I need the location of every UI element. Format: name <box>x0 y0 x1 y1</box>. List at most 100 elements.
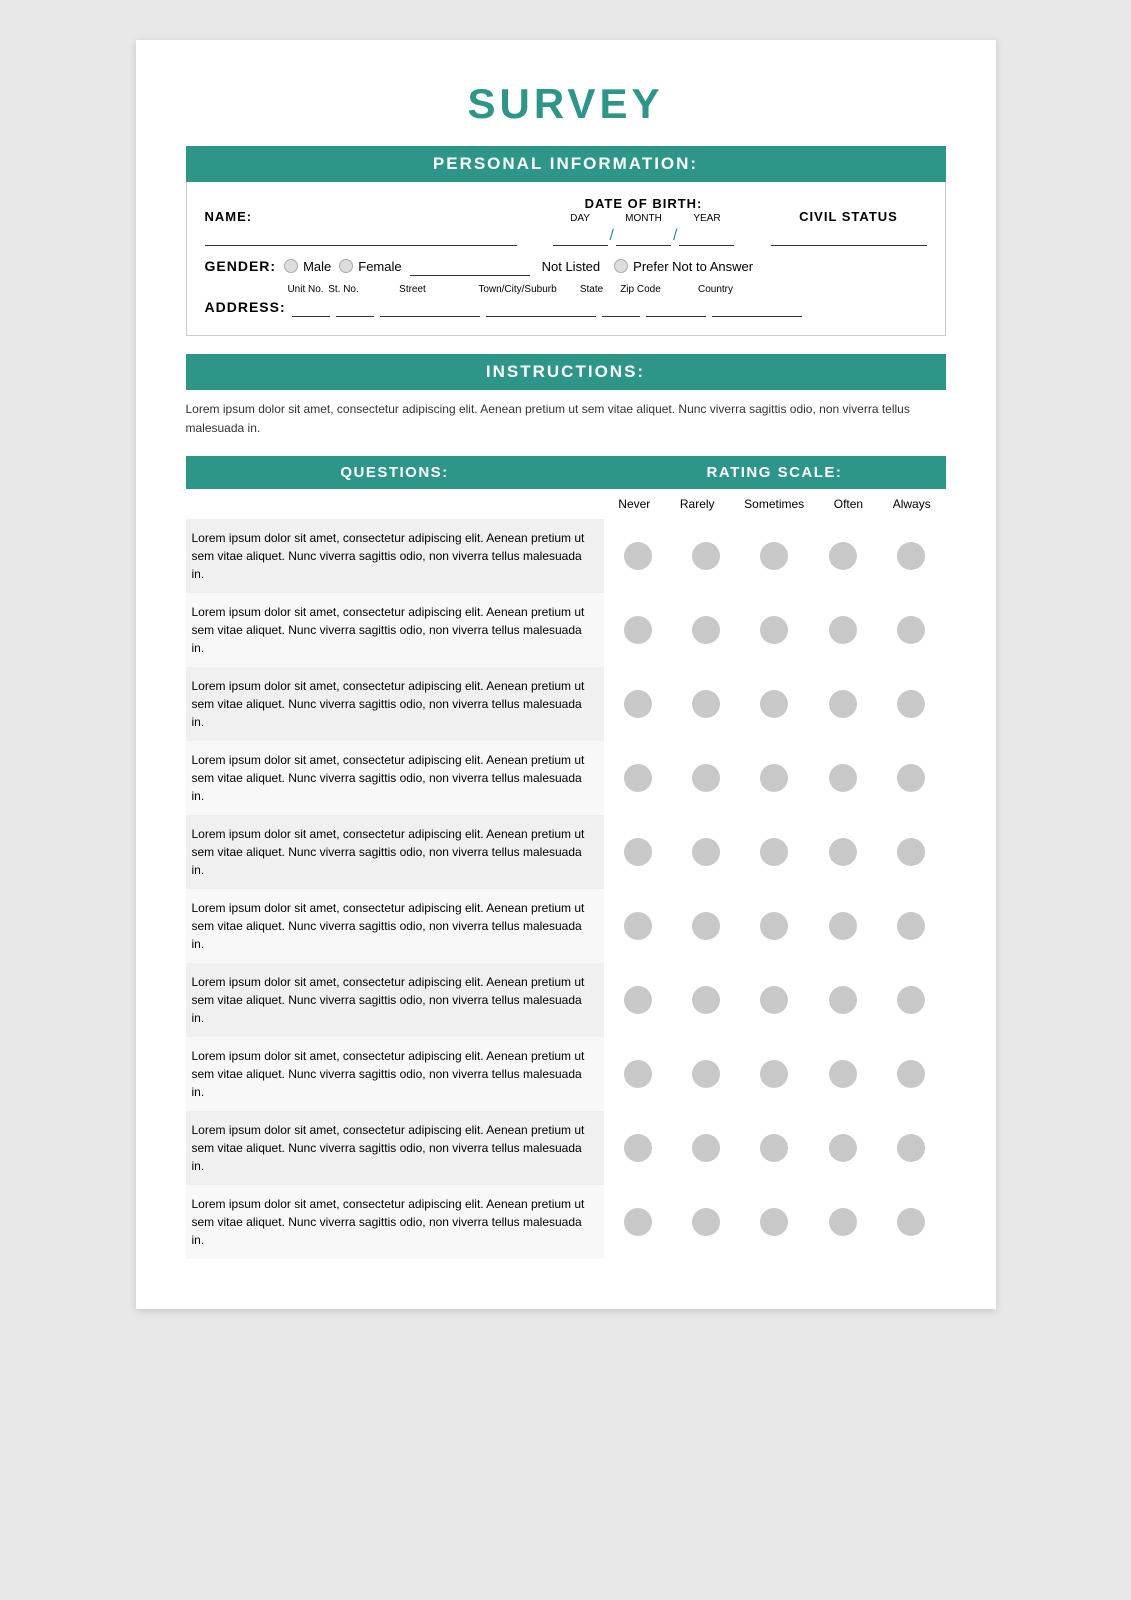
radio-always-q10[interactable] <box>897 1208 925 1236</box>
question-text-4: Lorem ipsum dolor sit amet, consectetur … <box>186 741 604 815</box>
radio-rarely-q3[interactable] <box>692 690 720 718</box>
addr-unit-input[interactable] <box>292 297 330 317</box>
radio-always-q2[interactable] <box>897 616 925 644</box>
radio-always-q6[interactable] <box>897 912 925 940</box>
dob-year-group: YEAR <box>679 213 734 246</box>
civil-status-input[interactable] <box>771 226 927 246</box>
rating-cell-10[interactable] <box>604 1185 946 1259</box>
radio-never-q9[interactable] <box>624 1134 652 1162</box>
radio-often-q5[interactable] <box>829 838 857 866</box>
radio-always-q8[interactable] <box>897 1060 925 1088</box>
radio-never-q4[interactable] <box>624 764 652 792</box>
radio-never-q2[interactable] <box>624 616 652 644</box>
radio-sometimes-q10[interactable] <box>760 1208 788 1236</box>
radio-rarely-q2[interactable] <box>692 616 720 644</box>
radio-sometimes-q8[interactable] <box>760 1060 788 1088</box>
rating-cell-5[interactable] <box>604 815 946 889</box>
addr-stno-input[interactable] <box>336 297 374 317</box>
radio-sometimes-q7[interactable] <box>760 986 788 1014</box>
rating-cell-2[interactable] <box>604 593 946 667</box>
gender-male-option[interactable]: Male <box>284 259 331 274</box>
radio-rarely-q8[interactable] <box>692 1060 720 1088</box>
radio-always-q3[interactable] <box>897 690 925 718</box>
radio-often-q9[interactable] <box>829 1134 857 1162</box>
rating-cell-6[interactable] <box>604 889 946 963</box>
survey-form: SURVEY PERSONAL INFORMATION: NAME: DATE … <box>136 40 996 1309</box>
addr-zip-input[interactable] <box>646 297 706 317</box>
addr-state-input[interactable] <box>602 297 640 317</box>
radio-often-q10[interactable] <box>829 1208 857 1236</box>
dob-slash1: / <box>610 226 614 246</box>
table-row: Lorem ipsum dolor sit amet, consectetur … <box>186 741 946 815</box>
radio-rarely-q1[interactable] <box>692 542 720 570</box>
civil-status-label: CIVIL STATUS <box>799 209 898 224</box>
radio-always-q1[interactable] <box>897 542 925 570</box>
radio-often-q4[interactable] <box>829 764 857 792</box>
male-label: Male <box>303 259 331 274</box>
radio-often-q1[interactable] <box>829 542 857 570</box>
female-radio[interactable] <box>339 259 353 273</box>
civil-status-group: CIVIL STATUS <box>771 209 927 246</box>
addr-street-input[interactable] <box>380 297 480 317</box>
radio-often-q7[interactable] <box>829 986 857 1014</box>
radio-rarely-q5[interactable] <box>692 838 720 866</box>
radio-sometimes-q2[interactable] <box>760 616 788 644</box>
pi-main-row: NAME: DATE OF BIRTH: DAY / MONTH <box>205 196 927 246</box>
radio-sometimes-q9[interactable] <box>760 1134 788 1162</box>
radio-never-q1[interactable] <box>624 542 652 570</box>
radio-often-q8[interactable] <box>829 1060 857 1088</box>
radio-sometimes-q3[interactable] <box>760 690 788 718</box>
radio-sometimes-q5[interactable] <box>760 838 788 866</box>
rating-cell-4[interactable] <box>604 741 946 815</box>
rating-cell-1[interactable] <box>604 519 946 593</box>
gender-female-option[interactable]: Female <box>339 259 401 274</box>
radio-sometimes-q1[interactable] <box>760 542 788 570</box>
prefer-not-radio[interactable] <box>614 259 628 273</box>
male-radio[interactable] <box>284 259 298 273</box>
rating-cell-8[interactable] <box>604 1037 946 1111</box>
gender-prefer-not-option[interactable]: Prefer Not to Answer <box>614 259 753 274</box>
radio-always-q4[interactable] <box>897 764 925 792</box>
addr-country-input[interactable] <box>712 297 802 317</box>
radio-rarely-q9[interactable] <box>692 1134 720 1162</box>
female-label: Female <box>358 259 401 274</box>
addr-sub-street: Street <box>363 284 463 295</box>
gender-other-input[interactable] <box>410 256 530 276</box>
addr-sub-state: State <box>573 284 611 295</box>
radio-always-q7[interactable] <box>897 986 925 1014</box>
radio-always-q9[interactable] <box>897 1134 925 1162</box>
instructions-section: INSTRUCTIONS: Lorem ipsum dolor sit amet… <box>186 354 946 438</box>
table-row: Lorem ipsum dolor sit amet, consectetur … <box>186 889 946 963</box>
rating-cell-3[interactable] <box>604 667 946 741</box>
dob-group: DATE OF BIRTH: DAY / MONTH / <box>527 196 761 246</box>
radio-always-q5[interactable] <box>897 838 925 866</box>
radio-often-q3[interactable] <box>829 690 857 718</box>
radio-rarely-q4[interactable] <box>692 764 720 792</box>
rating-cell-7[interactable] <box>604 963 946 1037</box>
dob-year-input[interactable] <box>679 226 734 246</box>
radio-often-q6[interactable] <box>829 912 857 940</box>
rating-cell-9[interactable] <box>604 1111 946 1185</box>
question-text-5: Lorem ipsum dolor sit amet, consectetur … <box>186 815 604 889</box>
dob-day-input[interactable] <box>553 226 608 246</box>
radio-never-q5[interactable] <box>624 838 652 866</box>
name-input[interactable] <box>205 226 517 246</box>
radio-rarely-q10[interactable] <box>692 1208 720 1236</box>
name-label: NAME: <box>205 209 517 224</box>
scale-labels-cell: Never Rarely Sometimes Often Always <box>604 489 946 519</box>
addr-city-input[interactable] <box>486 297 596 317</box>
dob-month-input[interactable] <box>616 226 671 246</box>
radio-rarely-q7[interactable] <box>692 986 720 1014</box>
radio-often-q2[interactable] <box>829 616 857 644</box>
radio-sometimes-q4[interactable] <box>760 764 788 792</box>
radio-sometimes-q6[interactable] <box>760 912 788 940</box>
gender-label: GENDER: <box>205 258 277 274</box>
radio-never-q7[interactable] <box>624 986 652 1014</box>
radio-never-q10[interactable] <box>624 1208 652 1236</box>
radio-rarely-q6[interactable] <box>692 912 720 940</box>
dob-month-group: MONTH <box>616 213 671 246</box>
radio-never-q8[interactable] <box>624 1060 652 1088</box>
radio-never-q3[interactable] <box>624 690 652 718</box>
radio-never-q6[interactable] <box>624 912 652 940</box>
scale-often: Often <box>834 497 863 511</box>
